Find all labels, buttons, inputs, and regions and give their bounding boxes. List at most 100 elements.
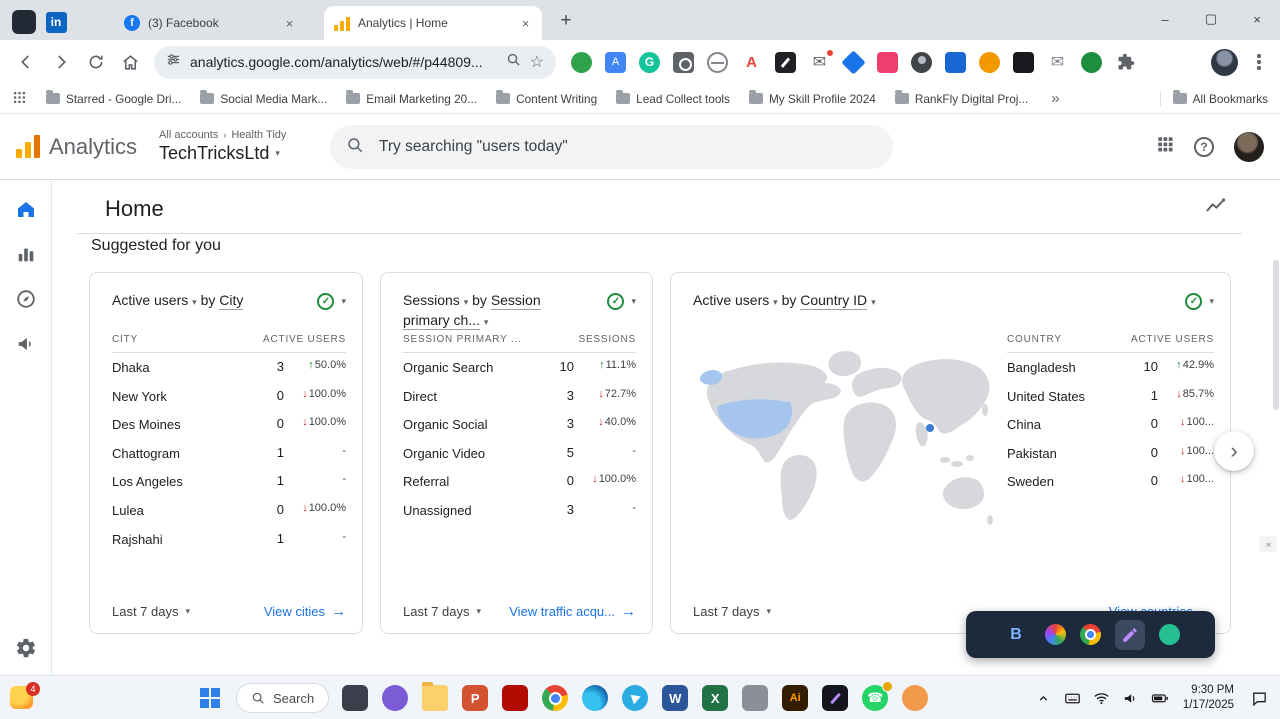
settings-gear-icon[interactable] [13,635,39,661]
bookmark-item[interactable]: Email Marketing 20... [346,92,477,106]
design-pen-icon[interactable] [822,685,848,711]
sidebar-item-reports[interactable] [13,241,39,267]
card-metric-selector[interactable]: Sessions ▾ by Session primary ch... ▾ [403,291,581,331]
battery-icon[interactable] [1147,685,1173,711]
globe-extension-icon[interactable] [707,52,728,73]
chevron-down-icon[interactable]: ▾ [1209,296,1214,307]
blue-extension-icon[interactable] [945,52,966,73]
widgets-button[interactable]: 4 [10,684,40,712]
close-tab-icon[interactable]: × [281,15,298,32]
dark-extension-icon[interactable] [1013,52,1034,73]
home-button[interactable] [113,45,148,80]
viber-icon[interactable] [382,685,408,711]
bookmark-item[interactable]: Starred - Google Dri... [46,92,181,106]
sidebar-item-explore[interactable] [13,286,39,312]
task-view-icon[interactable] [342,685,368,711]
file-explorer-icon[interactable] [422,685,448,711]
red-a-extension-icon[interactable]: A [741,52,762,73]
bookmark-star-icon[interactable]: ☆ [530,52,544,72]
close-window-button[interactable]: × [1234,0,1280,38]
chevron-down-icon[interactable]: ▾ [341,296,346,307]
wifi-icon[interactable] [1089,685,1115,711]
bookmark-item[interactable]: Social Media Mark... [200,92,327,106]
green-extension-icon[interactable] [1081,52,1102,73]
insights-icon[interactable] [1204,194,1228,223]
chevron-down-icon[interactable]: ▾ [631,296,636,307]
touch-keyboard-icon[interactable] [1060,685,1086,711]
data-quality-icon[interactable]: ✓ [317,293,334,310]
tab-analytics[interactable]: Analytics | Home × [324,6,542,40]
pinned-tab-linkedin[interactable]: in [40,6,72,38]
mail-tracker-icon[interactable]: ✉ [809,52,830,73]
tray-chevron-up-icon[interactable] [1031,685,1057,711]
pinned-tab-workspace[interactable] [8,6,40,38]
person-extension-icon[interactable] [911,52,932,73]
chrome-tool-icon[interactable] [1080,624,1101,645]
word-icon[interactable]: W [662,685,688,711]
acrobat-icon[interactable] [502,685,528,711]
browser-profile-icon[interactable] [902,685,928,711]
green-dot-extension-icon[interactable] [571,52,592,73]
ga-search-bar[interactable] [330,125,893,169]
camera-extension-icon[interactable] [673,52,694,73]
pen-extension-icon[interactable] [775,52,796,73]
powerpoint-icon[interactable]: P [462,685,488,711]
close-tab-icon[interactable]: × [517,15,534,32]
forward-button[interactable] [43,45,78,80]
maximize-button[interactable]: ▢ [1188,0,1234,38]
zoom-icon[interactable] [742,685,768,711]
site-settings-icon[interactable] [166,52,181,72]
telegram-icon[interactable] [622,685,648,711]
apps-grid-icon[interactable] [12,90,27,108]
date-range-selector[interactable]: Last 7 days ▾ [403,604,481,619]
card-dimension-selector[interactable]: Country ID [800,292,867,310]
ga-search-input[interactable] [377,137,877,157]
bookmark-item[interactable]: Content Writing [496,92,597,106]
volume-icon[interactable] [1118,685,1144,711]
breadcrumb-account[interactable]: Health Tidy [231,129,286,141]
next-cards-button[interactable]: › [1214,431,1254,471]
mail-extension-icon[interactable]: ✉ [1047,52,1068,73]
date-range-selector[interactable]: Last 7 days ▾ [112,604,190,619]
sidebar-item-home[interactable] [13,196,39,222]
diagnostics-grid-icon[interactable] [1156,135,1174,158]
data-quality-icon[interactable]: ✓ [1185,293,1202,310]
search-icon[interactable] [506,52,521,72]
breadcrumb-all-accounts[interactable]: All accounts [159,129,218,141]
extensions-puzzle-icon[interactable] [1115,52,1136,73]
card-dimension-selector[interactable]: City [219,292,243,310]
data-quality-icon[interactable]: ✓ [607,293,624,310]
grammarly-icon[interactable]: G [639,52,660,73]
translate-icon[interactable]: A [605,52,626,73]
help-icon[interactable]: ? [1194,137,1214,157]
color-wheel-tool-icon[interactable] [1045,624,1066,645]
sidebar-item-advertising[interactable] [13,331,39,357]
taskbar-search[interactable]: Search [236,683,329,713]
date-range-selector[interactable]: Last 7 days ▾ [693,604,771,619]
collapse-icon[interactable]: ›‹ [1259,536,1277,552]
tag-extension-icon[interactable] [841,50,865,74]
edge-icon[interactable] [582,685,608,711]
ga-profile-avatar[interactable] [1234,132,1264,162]
letter-b-tool-icon[interactable]: B [1001,620,1031,650]
analytics-logo[interactable]: Analytics [16,134,137,160]
tab-facebook[interactable]: f (3) Facebook × [114,6,306,40]
bookmark-item[interactable]: RankFly Digital Proj... [895,92,1028,106]
pink-extension-icon[interactable] [877,52,898,73]
bookmarks-overflow-icon[interactable]: » [1051,90,1059,107]
minimize-button[interactable]: – [1142,0,1188,38]
property-selector[interactable]: TechTricksLtd ▾ [159,143,286,164]
address-bar[interactable]: analytics.google.com/analytics/web/#/p44… [154,46,556,79]
bookmark-item[interactable]: My Skill Profile 2024 [749,92,876,106]
whatsapp-icon[interactable]: ☎ [862,685,888,711]
card-metric-selector[interactable]: Active users ▾ by Country ID ▾ [693,291,876,311]
view-traffic-link[interactable]: View traffic acqu... → [509,603,636,620]
all-bookmarks-button[interactable]: All Bookmarks [1160,92,1268,106]
back-button[interactable] [8,45,43,80]
green-tool-icon[interactable] [1159,624,1180,645]
orange-pen-extension-icon[interactable] [979,52,1000,73]
reload-button[interactable] [78,45,113,80]
pen-tool-icon[interactable] [1115,620,1145,650]
scrollbar-thumb[interactable] [1273,260,1279,410]
chrome-icon[interactable] [542,685,568,711]
